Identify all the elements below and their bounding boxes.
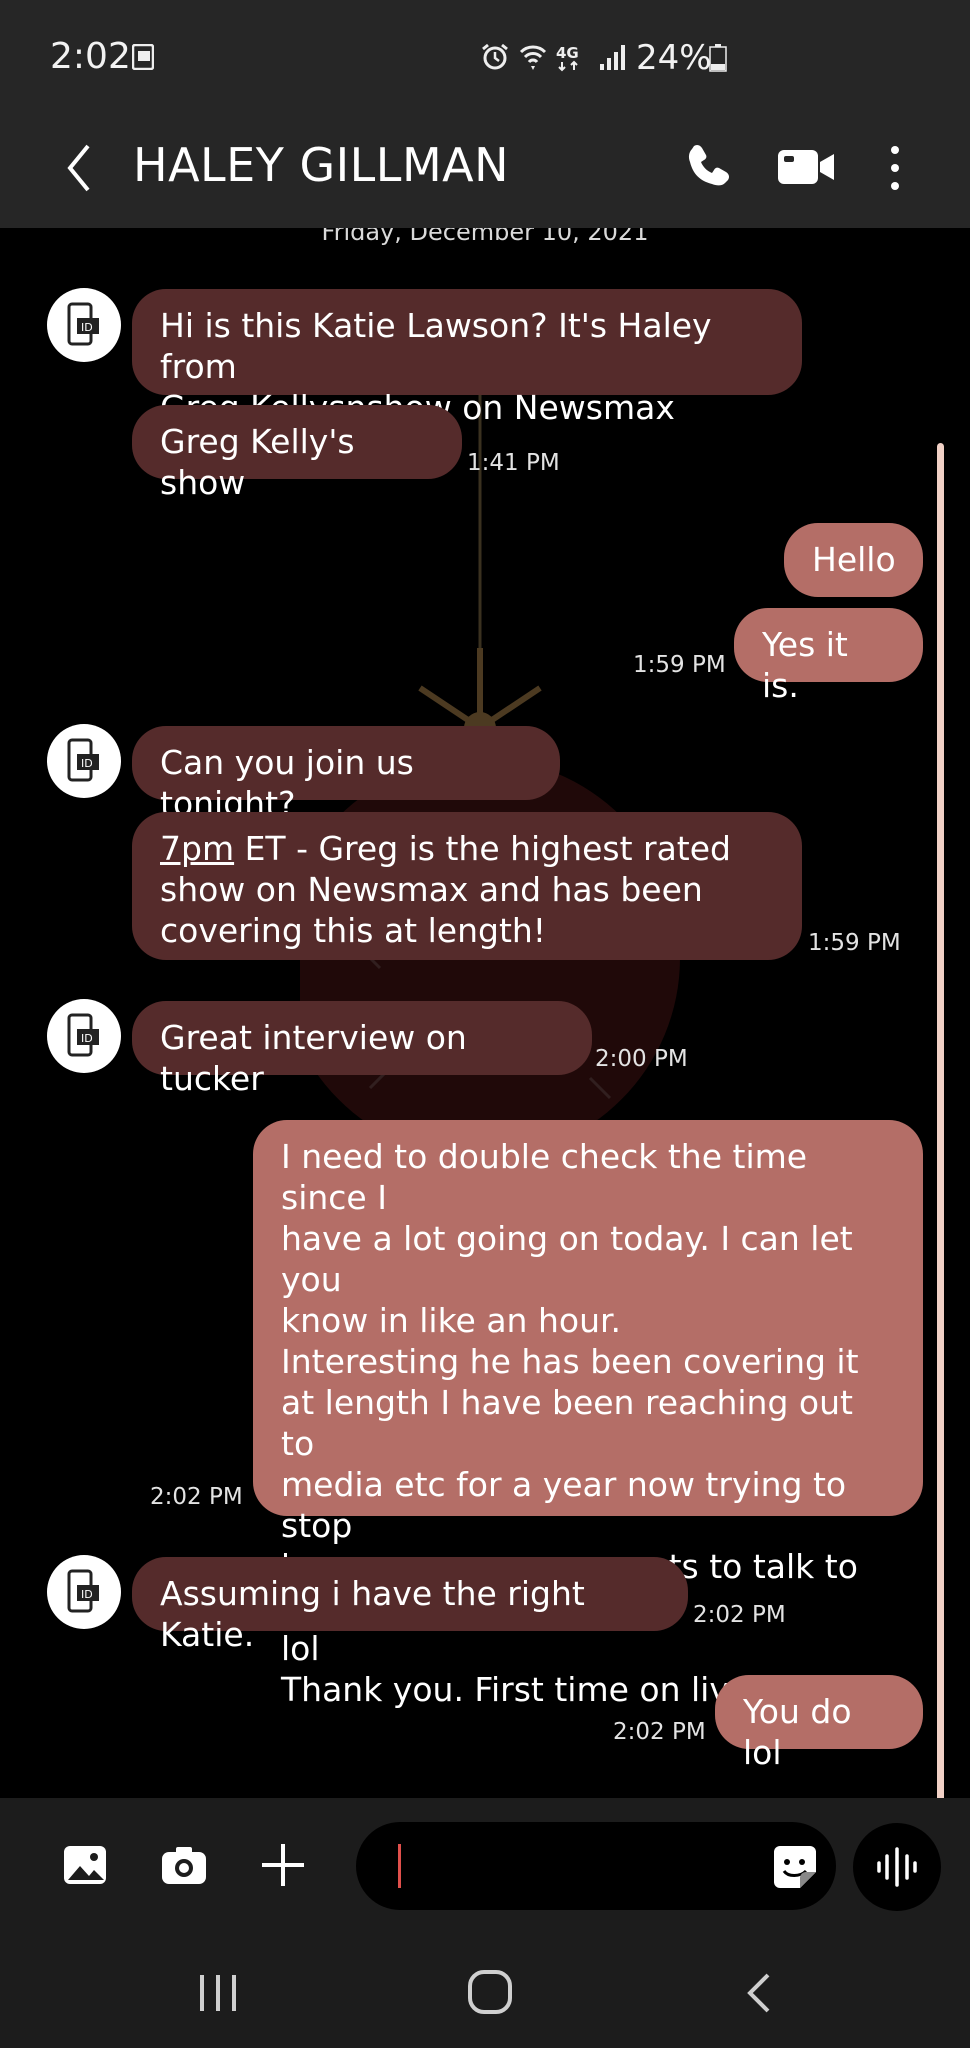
svg-text:ID: ID	[81, 757, 93, 770]
battery-icon	[709, 44, 727, 72]
network-4g-icon: 4G	[556, 44, 579, 72]
time-link[interactable]: 7pm	[160, 829, 234, 868]
outgoing-message[interactable]: You do lol	[715, 1675, 923, 1772]
message-input[interactable]	[356, 1822, 836, 1910]
message-time: 2:00 PM	[595, 1046, 688, 1072]
message-time: 2:02 PM	[693, 1602, 786, 1628]
incoming-message[interactable]: Can you join us tonight?	[132, 726, 560, 823]
more-vertical-icon[interactable]	[880, 140, 910, 196]
wifi-calling-icon	[519, 45, 547, 70]
status-time: 2:02	[50, 36, 131, 77]
incoming-message[interactable]: Great interview on tucker	[132, 1001, 592, 1098]
signal-icon	[600, 45, 625, 70]
message-list[interactable]: Friday, December 10, 2021 ID Hi is this …	[0, 228, 970, 1798]
camera-icon[interactable]	[160, 1842, 208, 1888]
message-text: ET - Greg is the highest rated show on N…	[160, 829, 731, 950]
plus-icon[interactable]	[258, 1840, 308, 1890]
nav-back-icon[interactable]	[744, 1971, 774, 2015]
message-time: 2:02 PM	[150, 1484, 243, 1510]
contact-avatar[interactable]: ID	[47, 288, 121, 362]
message-time: 1:59 PM	[633, 652, 726, 678]
alarm-icon	[482, 43, 508, 70]
system-nav-bar	[0, 1933, 970, 2048]
image-icon[interactable]	[62, 1842, 108, 1888]
voice-waveform-icon	[877, 1847, 917, 1887]
message-time: 1:41 PM	[467, 450, 560, 476]
outgoing-message[interactable]: Hello	[784, 523, 923, 597]
contact-avatar[interactable]: ID	[47, 724, 121, 798]
recent-apps-icon[interactable]	[196, 1971, 240, 2015]
outgoing-message[interactable]: I need to double check the time since I …	[253, 1120, 923, 1709]
incoming-message[interactable]: Hi is this Katie Lawson? It's Haley from…	[132, 289, 802, 427]
battery-percent: 24%	[636, 38, 712, 78]
voice-record-button[interactable]	[853, 1823, 941, 1911]
date-separator: Friday, December 10, 2021	[321, 228, 649, 246]
caller-id-icon: ID	[67, 1569, 99, 1613]
outgoing-message[interactable]: Yes it is.	[734, 608, 923, 705]
incoming-message[interactable]: Assuming i have the right Katie.	[132, 1557, 688, 1654]
contact-avatar[interactable]: ID	[47, 1555, 121, 1629]
svg-text:ID: ID	[81, 1032, 93, 1045]
caller-id-icon: ID	[67, 302, 99, 346]
home-icon[interactable]	[467, 1969, 513, 2015]
text-cursor	[398, 1844, 401, 1888]
caller-id-icon: ID	[67, 738, 99, 782]
scrollbar[interactable]	[937, 443, 944, 1798]
caller-id-icon: ID	[67, 1013, 99, 1057]
message-time: 1:59 PM	[808, 930, 901, 956]
video-call-icon[interactable]	[775, 138, 837, 194]
status-icons: 4G	[480, 38, 630, 76]
contact-avatar[interactable]: ID	[47, 999, 121, 1073]
back-chevron-icon[interactable]	[58, 136, 98, 200]
incoming-message[interactable]: Greg Kelly's show	[132, 405, 462, 502]
svg-text:ID: ID	[81, 321, 93, 334]
svg-text:4G: 4G	[556, 44, 579, 62]
status-bar: 2:02 4G 24%	[0, 0, 970, 110]
incoming-message[interactable]: 7pm ET - Greg is the highest rated show …	[132, 812, 802, 960]
composer-bar	[0, 1798, 970, 1933]
phone-icon[interactable]	[684, 140, 736, 192]
caller-id-icon	[132, 44, 154, 70]
message-time: 2:02 PM	[613, 1719, 706, 1745]
svg-text:ID: ID	[81, 1588, 93, 1601]
sticker-icon[interactable]	[772, 1844, 818, 1890]
contact-name[interactable]: HALEY GILLMAN	[133, 138, 509, 192]
conversation-header: HALEY GILLMAN	[0, 110, 970, 228]
